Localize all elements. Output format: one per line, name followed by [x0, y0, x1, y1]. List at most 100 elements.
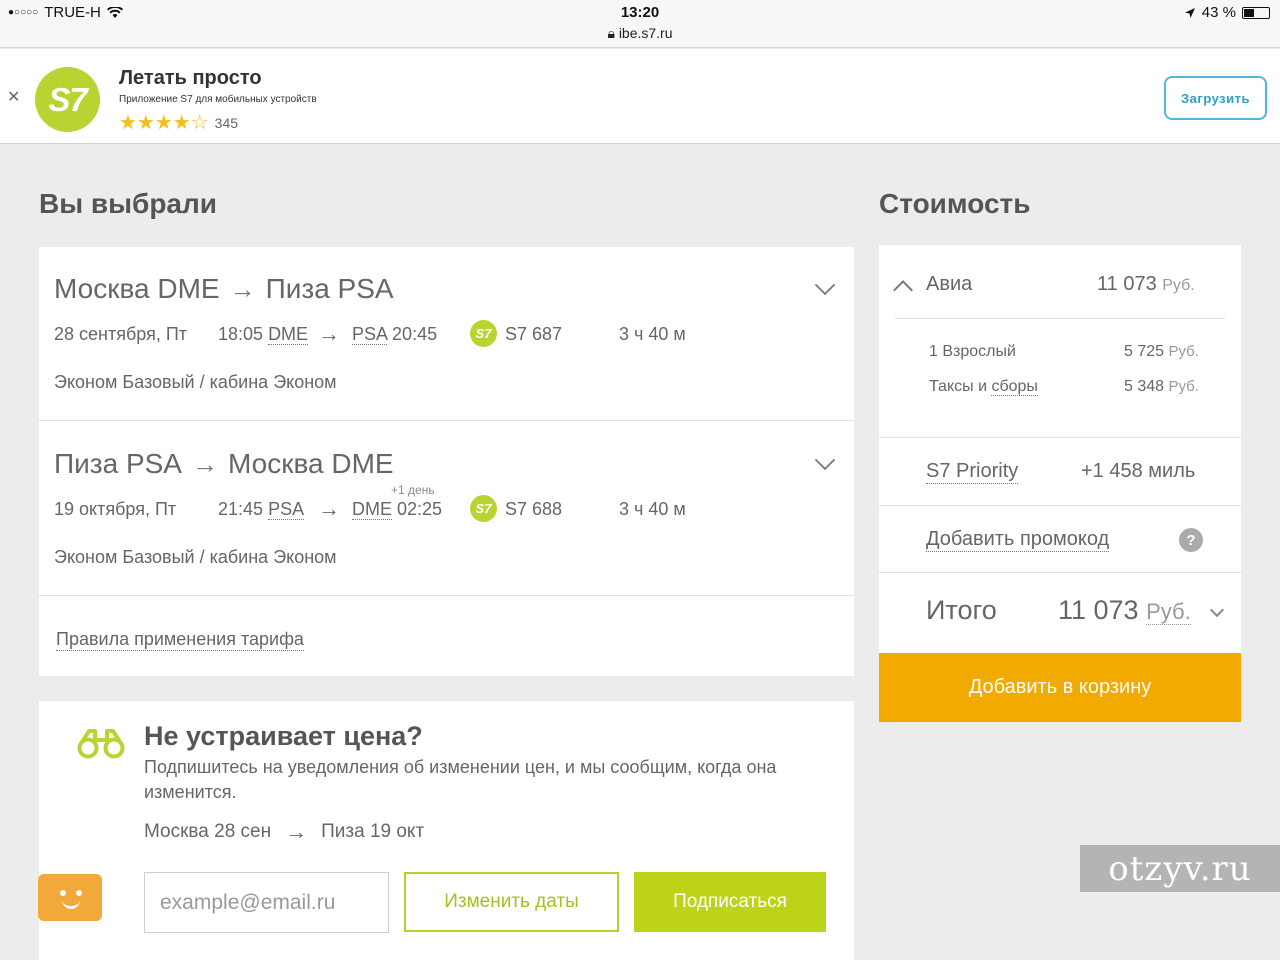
- leg-date: 19 октября, Пт: [54, 499, 177, 519]
- lock-icon: 🔒︎: [607, 25, 615, 41]
- star-rating-icon: ★★★★☆: [119, 112, 209, 134]
- close-icon[interactable]: ✕: [7, 87, 20, 107]
- change-dates-button[interactable]: Изменить даты: [404, 872, 619, 932]
- flight-number: S7 688: [505, 499, 563, 519]
- location-arrow-icon: [1184, 7, 1195, 18]
- price-alert-title: Не устраивает цена?: [144, 721, 423, 751]
- currency-select[interactable]: Руб.: [1146, 599, 1191, 625]
- adult-amount: 5 725: [1124, 343, 1165, 360]
- divider: [879, 437, 1241, 438]
- cost-panel: Авиа 11 073 Руб. 1 Взрослый 5 725 Руб. Т…: [879, 245, 1241, 653]
- adult-value: 5 725 Руб.: [1124, 343, 1199, 361]
- selected-heading: Вы выбрали: [39, 188, 218, 219]
- arrow-right-icon: →: [285, 819, 308, 844]
- s7-logo: S7: [35, 67, 100, 132]
- s7-priority-link[interactable]: S7 Priority: [926, 460, 1019, 484]
- arrow-right-icon: →: [318, 321, 340, 346]
- divider: [895, 318, 1225, 319]
- subscribe-button[interactable]: Подписаться: [634, 872, 826, 932]
- plus-day-note: +1 день: [391, 483, 435, 497]
- departure: 21:45 PSA: [218, 499, 305, 520]
- taxes-label: Таксы и сборы: [929, 378, 1038, 396]
- avia-value: 11 073 Руб.: [1097, 273, 1195, 296]
- price-alert-route: Москва 28 сен → Пиза 19 окт: [144, 819, 424, 845]
- total-value: 11 073 Руб.: [1058, 595, 1191, 626]
- battery-percent: 43 %: [1201, 4, 1236, 21]
- arr-time: 20:45: [392, 324, 438, 344]
- dep-time: 21:45: [218, 499, 264, 519]
- price-alert-card: Не устраивает цена? Подпишитесь на уведо…: [39, 701, 854, 960]
- s7-priority-value: +1 458 миль: [1081, 460, 1196, 482]
- route-to: Пиза PSA: [265, 273, 394, 304]
- banner-subtitle: Приложение S7 для мобильных устройств: [119, 94, 317, 105]
- divider: [879, 572, 1241, 573]
- dep-airport-code[interactable]: DME: [268, 324, 309, 345]
- route-to: Москва DME: [227, 448, 394, 479]
- taxes-link[interactable]: сборы: [991, 378, 1038, 396]
- email-input[interactable]: example@email.ru: [144, 872, 389, 933]
- price-alert-text: Подпишитесь на уведомления об изменении …: [144, 757, 777, 802]
- airline-logo-icon: S7: [470, 320, 497, 347]
- route-from: Москва 28 сен: [144, 821, 272, 842]
- fare-class: Эконом Базовый / кабина Эконом: [54, 547, 337, 567]
- total-label: Итого: [926, 595, 997, 625]
- route-to: Пиза 19 окт: [321, 821, 425, 842]
- add-promo-link[interactable]: Добавить промокод: [926, 528, 1110, 552]
- route-from: Москва DME: [54, 273, 220, 304]
- clock: 13:20: [620, 4, 660, 21]
- total-amount: 11 073: [1058, 595, 1139, 625]
- chat-mouth: [62, 900, 80, 909]
- flight-leg[interactable]: Пиза PSA → Москва DME 19 октября, Пт 21:…: [39, 422, 854, 596]
- chevron-up-icon[interactable]: [893, 280, 913, 300]
- app-banner: ✕ S7 Летать просто Приложение S7 для моб…: [0, 49, 1280, 144]
- battery-fill: [1244, 8, 1254, 17]
- currency: Руб.: [1162, 277, 1195, 294]
- battery-icon: [1242, 6, 1270, 19]
- chat-eye: [60, 890, 66, 896]
- rating: ★★★★☆ 345: [119, 110, 238, 135]
- chevron-down-icon[interactable]: [1209, 602, 1225, 618]
- arr-airport-code[interactable]: PSA: [352, 324, 388, 345]
- leg-route: Москва DME → Пиза PSA: [54, 273, 394, 305]
- fare-class: Эконом Базовый / кабина Эконом: [54, 372, 337, 392]
- route-from: Пиза PSA: [54, 448, 182, 479]
- divider: [879, 505, 1241, 506]
- url-text: ibe.s7.ru: [618, 25, 673, 41]
- banner-title: Летать просто: [119, 67, 262, 89]
- airline-logo-icon: S7: [470, 495, 497, 522]
- email-placeholder: example@email.ru: [160, 890, 336, 914]
- avia-label[interactable]: Авиа: [926, 273, 972, 296]
- status-bar: ●○○○○ TRUE-H 13:20 🔒︎ ibe.s7.ru 43 %: [0, 0, 1280, 48]
- binoculars-icon: [77, 729, 125, 759]
- chevron-down-icon[interactable]: [814, 449, 836, 471]
- selected-flights-card: Москва DME → Пиза PSA 28 сентября, Пт 18…: [39, 247, 854, 676]
- departure: 18:05 DME: [218, 324, 309, 345]
- address-bar[interactable]: 🔒︎ ibe.s7.ru: [0, 25, 1280, 42]
- currency: Руб.: [1168, 378, 1199, 395]
- download-button[interactable]: Загрузить: [1164, 76, 1267, 120]
- taxes-value: 5 348 Руб.: [1124, 378, 1199, 396]
- arrival: PSA 20:45: [352, 324, 437, 345]
- battery-info: 43 %: [1184, 4, 1270, 21]
- flight-number: S7 687: [505, 324, 563, 344]
- leg-route: Пиза PSA → Москва DME: [54, 448, 394, 480]
- chat-widget-icon[interactable]: [38, 874, 102, 921]
- help-icon[interactable]: ?: [1179, 528, 1203, 552]
- leg-date: 28 сентября, Пт: [54, 324, 188, 344]
- arr-airport-code[interactable]: DME: [352, 499, 392, 520]
- fare-rules-link[interactable]: Правила применения тарифа: [56, 629, 304, 651]
- add-to-cart-button[interactable]: Добавить в корзину: [879, 653, 1241, 722]
- rating-count: 345: [214, 114, 239, 131]
- chat-eye: [76, 890, 82, 896]
- watermark: otzyv.ru: [1080, 845, 1280, 892]
- taxes-prefix: Таксы и: [929, 378, 992, 395]
- currency: Руб.: [1168, 343, 1199, 360]
- chevron-down-icon[interactable]: [814, 274, 836, 296]
- cost-heading: Стоимость: [879, 188, 1031, 219]
- flight-leg[interactable]: Москва DME → Пиза PSA 28 сентября, Пт 18…: [39, 247, 854, 421]
- arrow-right-icon: →: [191, 448, 218, 479]
- dep-airport-code[interactable]: PSA: [268, 499, 305, 520]
- arr-time: 02:25: [397, 499, 443, 519]
- adult-label: 1 Взрослый: [929, 343, 1016, 360]
- taxes-amount: 5 348: [1124, 378, 1165, 395]
